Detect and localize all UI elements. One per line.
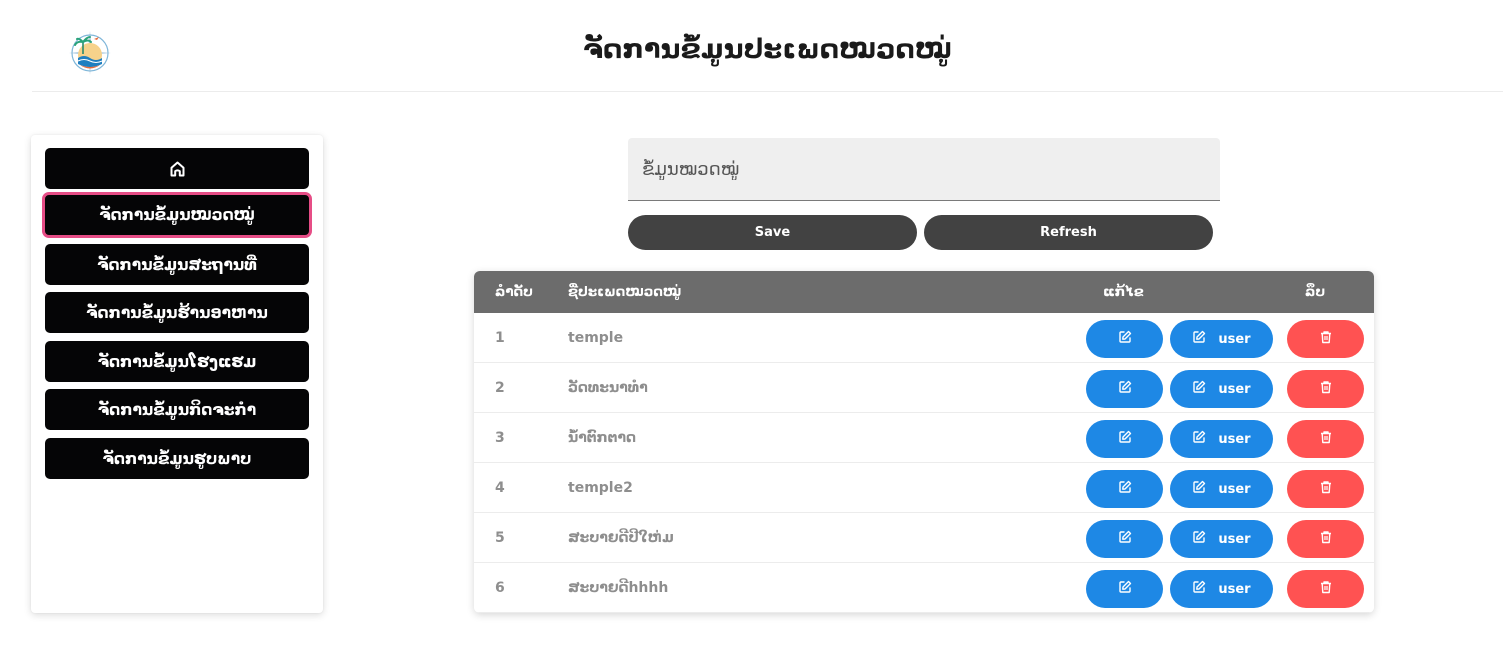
user-button-label: user [1218,531,1251,547]
row-index: 1 [495,330,505,346]
delete-button[interactable] [1287,570,1364,608]
edit-icon [1192,330,1206,348]
sidebar-item-category[interactable]: ຈັດການຂໍ້ມູນໝວດໝູ່ [42,192,312,238]
table-row: 1 temple user [474,313,1374,363]
sidebar-item-activities[interactable]: ຈັດການຂໍ້ມູນກິດຈະກຳ [45,389,309,430]
table-row: 2 ວັດທະນາທຳ user [474,363,1374,413]
table-row: 4 temple2 user [474,463,1374,513]
trash-icon [1319,530,1333,548]
user-button-label: user [1218,581,1251,597]
trash-icon [1319,430,1333,448]
trash-icon [1319,580,1333,598]
row-index: 4 [495,480,505,496]
trash-icon [1319,330,1333,348]
edit-user-button[interactable]: user [1170,370,1273,408]
row-category-name: ສະບາຍດີhhhh [568,580,669,596]
home-button[interactable] [45,148,309,189]
edit-icon [1118,380,1132,398]
sidebar-item-images[interactable]: ຈັດການຂໍ້ມູນຮູບພາບ [45,438,309,479]
category-input[interactable] [628,138,1220,200]
table-row: 6 ສະບາຍດີhhhh user [474,563,1374,613]
edit-icon [1118,530,1132,548]
delete-button[interactable] [1287,320,1364,358]
row-category-name: ນ້ຳຕົກຕາດ [568,430,636,446]
edit-user-button[interactable]: user [1170,570,1273,608]
edit-icon [1192,430,1206,448]
category-input-field[interactable] [628,138,1220,201]
edit-icon [1192,380,1206,398]
delete-button[interactable] [1287,420,1364,458]
category-table: ລຳດັບ ຊື່ປະເພດໝວດໝູ່ ແກ້ໄຂ ລຶບ 1 temple us… [474,271,1374,613]
edit-button[interactable] [1086,470,1163,508]
edit-button[interactable] [1086,420,1163,458]
column-header-edit: ແກ້ໄຂ [1103,284,1144,300]
edit-user-button[interactable]: user [1170,470,1273,508]
page-title: ຈັດການຂໍ້ມູນປະເພດໝວດໝູ່ [582,34,953,65]
edit-user-button[interactable]: user [1170,320,1273,358]
home-icon [169,160,186,177]
row-category-name: ສະບາຍດີປີໃຫ່ມ [568,530,674,546]
edit-icon [1118,330,1132,348]
edit-button[interactable] [1086,320,1163,358]
edit-button[interactable] [1086,520,1163,558]
table-row: 5 ສະບາຍດີປີໃຫ່ມ user [474,513,1374,563]
sidebar-item-label: ຈັດການຂໍ້ມູນກິດຈະກຳ [97,400,257,419]
sidebar-item-restaurants[interactable]: ຈັດການຂໍ້ມູນຮ້ານອາຫານ [45,292,309,333]
table-header: ລຳດັບ ຊື່ປະເພດໝວດໝູ່ ແກ້ໄຂ ລຶບ [474,271,1374,313]
edit-icon [1118,430,1132,448]
row-index: 3 [495,430,505,446]
edit-icon [1192,530,1206,548]
edit-icon [1192,580,1206,598]
edit-user-button[interactable]: user [1170,420,1273,458]
sidebar-item-label: ຈັດການຂໍ້ມູນຮູບພາບ [102,449,252,468]
edit-button[interactable] [1086,370,1163,408]
edit-button[interactable] [1086,570,1163,608]
row-category-name: temple [568,330,624,346]
sidebar: ຈັດການຂໍ້ມູນໝວດໝູ່ ຈັດການຂໍ້ມູນສະຖານທີ່ … [31,135,323,613]
row-index: 6 [495,580,505,596]
column-header-delete: ລຶບ [1305,284,1326,300]
sidebar-item-places[interactable]: ຈັດການຂໍ້ມູນສະຖານທີ່ [45,244,309,285]
app-header: ຈັດການຂໍ້ມູນປະເພດໝວດໝູ່ [32,0,1503,92]
delete-button[interactable] [1287,520,1364,558]
row-category-name: ວັດທະນາທຳ [568,380,648,396]
sidebar-item-label: ຈັດການຂໍ້ມູນໝວດໝູ່ [99,206,255,224]
edit-icon [1192,480,1206,498]
edit-user-button[interactable]: user [1170,520,1273,558]
user-button-label: user [1218,331,1251,347]
trash-icon [1319,380,1333,398]
delete-button[interactable] [1287,370,1364,408]
user-button-label: user [1218,381,1251,397]
trash-icon [1319,480,1333,498]
row-index: 2 [495,380,505,396]
refresh-button[interactable]: Refresh [924,215,1213,250]
sidebar-item-label: ຈັດການຂໍ້ມູນໂຮງແຮມ [97,352,257,371]
table-row: 3 ນ້ຳຕົກຕາດ user [474,413,1374,463]
sidebar-item-label: ຈັດການຂໍ້ມູນຮ້ານອາຫານ [86,303,268,322]
column-header-name: ຊື່ປະເພດໝວດໝູ່ [568,284,682,300]
sidebar-item-label: ຈັດການຂໍ້ມູນສະຖານທີ່ [97,255,257,274]
sidebar-item-hotels[interactable]: ຈັດການຂໍ້ມູນໂຮງແຮມ [45,341,309,382]
save-button[interactable]: Save [628,215,917,250]
row-category-name: temple2 [568,480,633,496]
user-button-label: user [1218,481,1251,497]
column-header-index: ລຳດັບ [495,284,533,300]
user-button-label: user [1218,431,1251,447]
edit-icon [1118,580,1132,598]
row-index: 5 [495,530,505,546]
edit-icon [1118,480,1132,498]
delete-button[interactable] [1287,470,1364,508]
